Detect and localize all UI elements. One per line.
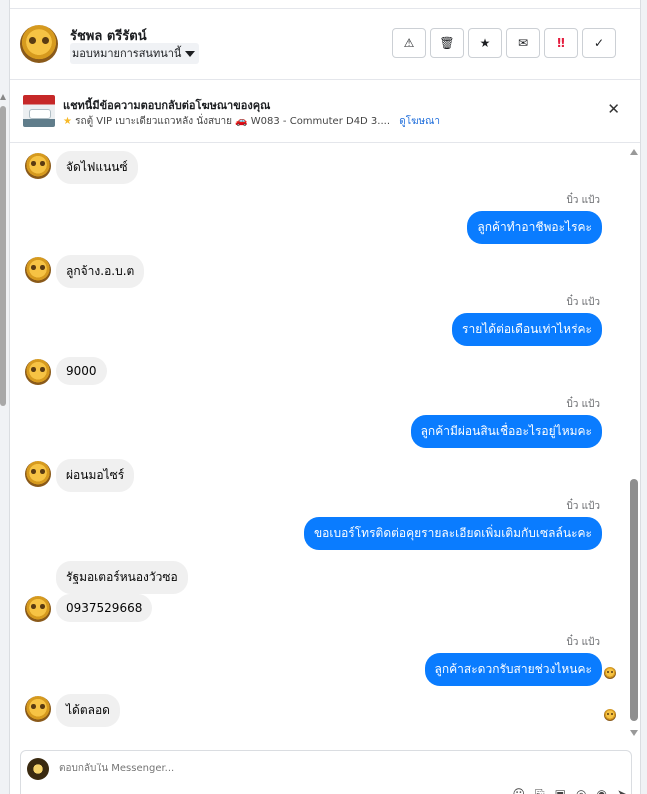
contact-avatar-small (25, 257, 51, 283)
caret-down-icon (185, 51, 196, 57)
outgoing-message[interactable]: ลูกค้ามีผ่อนสินเชื่ออะไรอยู่ไหมคะ (410, 415, 602, 448)
contact-avatar-small (25, 596, 51, 622)
sender-name: บิ๋ว แป้ว (566, 297, 600, 308)
attach-icon[interactable]: ⎘ (535, 787, 545, 794)
thread-scroll-up-arrow[interactable] (630, 149, 638, 155)
mark-done-button[interactable]: ✓ (582, 28, 616, 58)
conversation-header: รัชพล ตรีรัตน์ มอบหมายการสนทนานี้ ⚠ 🗑 ★ ✉ ‼ ✓ (10, 8, 640, 80)
ad-reply-banner: แชทนี้มีข้อความตอบกลับต่อโฆษณาของคุณ ★ ร… (10, 80, 640, 143)
seen-indicator-avatar (604, 709, 616, 721)
warning-icon: ⚠ (403, 36, 415, 50)
double-exclamation-icon: ‼ (557, 36, 565, 50)
contact-avatar-small (25, 359, 51, 385)
ad-banner-title: แชทนี้มีข้อความตอบกลับต่อโฆษณาของคุณ (63, 99, 271, 112)
contact-avatar-small (25, 153, 51, 179)
follow-up-button[interactable]: ‼ (544, 28, 578, 58)
send-icon[interactable]: ➤ (617, 787, 627, 794)
outgoing-message[interactable]: ลูกค้าทำอาชีพอะไรคะ (467, 211, 602, 244)
outgoing-message[interactable]: รายได้ต่อเดือนเท่าไหร่คะ (452, 313, 602, 346)
trash-icon: 🗑 (439, 36, 455, 50)
contact-avatar-small (25, 696, 51, 722)
ad-desc-suffix: W083 - Commuter D4D 3.... (250, 116, 391, 127)
delete-button[interactable]: 🗑 (430, 28, 464, 58)
seen-indicator-avatar (604, 667, 616, 679)
outer-scroll-up-arrow[interactable] (0, 94, 6, 100)
assign-label: มอบหมายการสนทนานี้ (72, 47, 182, 60)
conversation-panel: รัชพล ตรีรัตน์ มอบหมายการสนทนานี้ ⚠ 🗑 ★ ✉ ‼ ✓… (9, 0, 641, 794)
envelope-open-icon: ✉ (517, 36, 529, 50)
contact-avatar-small (25, 461, 51, 487)
close-icon[interactable]: ✕ (607, 100, 620, 118)
emoji-icon[interactable]: ☺ (513, 787, 526, 794)
incoming-message[interactable]: ลูกจ้าง.อ.บ.ต (56, 255, 145, 288)
reply-input[interactable] (59, 763, 459, 774)
incoming-message[interactable]: ผ่อนมอไซร์ (56, 459, 135, 492)
composer-tools: ☺ ⎘ ▣ ◎ ◉ ➤ (513, 787, 628, 794)
header-toolbar: ⚠ 🗑 ★ ✉ ‼ ✓ (392, 28, 616, 58)
sender-name: บิ๋ว แป้ว (566, 195, 600, 206)
gif-icon[interactable]: ◎ (576, 787, 586, 794)
mark-unread-button[interactable]: ✉ (506, 28, 540, 58)
star-icon: ★ (63, 116, 72, 127)
ad-thumbnail[interactable] (23, 95, 55, 127)
star-icon: ★ (479, 36, 491, 50)
outer-scrollbar[interactable] (0, 106, 6, 406)
star-button[interactable]: ★ (468, 28, 502, 58)
ad-description: ★ รถตู้ VIP เบาะเดียวแถวหลัง นั่งสบาย 🚗 … (63, 114, 440, 129)
sender-name: บิ๋ว แป้ว (566, 637, 600, 648)
incoming-message[interactable]: 9000 (56, 357, 107, 385)
report-spam-button[interactable]: ⚠ (392, 28, 426, 58)
sender-name: บิ๋ว แป้ว (566, 399, 600, 410)
contact-avatar[interactable] (20, 25, 58, 63)
outgoing-message[interactable]: ลูกค้าสะดวกรับสายช่วงไหนคะ (424, 653, 602, 686)
image-icon[interactable]: ▣ (555, 787, 566, 794)
check-icon: ✓ (593, 36, 605, 50)
like-icon[interactable]: ◉ (596, 787, 606, 794)
thread-scroll-down-arrow[interactable] (630, 730, 638, 736)
thread-scrollbar-thumb[interactable] (630, 479, 638, 721)
incoming-message[interactable]: ได้ตลอด (56, 694, 120, 727)
outgoing-message[interactable]: ขอเบอร์โทรติดต่อคุยรายละเอียดเพิ่มเติมกั… (303, 517, 602, 550)
assign-conversation-dropdown[interactable]: มอบหมายการสนทนานี้ (70, 43, 200, 64)
message-thread[interactable]: จัดไฟแนนซ์ บิ๋ว แป้ว ลูกค้าทำอาชีพอะไรคะ ลู… (10, 143, 640, 743)
message-composer: ☺ ⎘ ▣ ◎ ◉ ➤ (20, 750, 632, 794)
view-ad-link[interactable]: ดูโฆษณา (399, 116, 440, 127)
incoming-message[interactable]: จัดไฟแนนซ์ (56, 151, 138, 184)
incoming-message[interactable]: 0937529668 (56, 594, 153, 622)
incoming-message[interactable]: รัฐมอเตอร์หนองวัวซอ (56, 561, 188, 594)
sender-name: บิ๋ว แป้ว (566, 501, 600, 512)
ad-desc-prefix: รถตู้ VIP เบาะเดียวแถวหลัง นั่งสบาย (75, 116, 232, 127)
page-avatar (27, 758, 49, 780)
car-icon: 🚗 (235, 116, 248, 127)
